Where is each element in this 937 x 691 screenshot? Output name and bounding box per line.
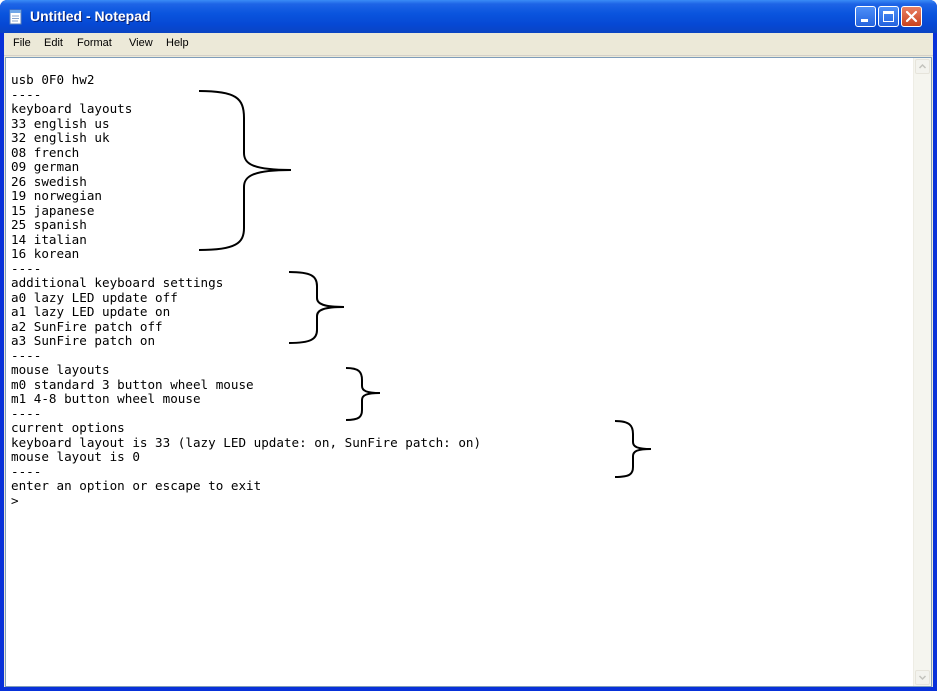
minimize-button[interactable]: [855, 6, 876, 27]
keyboard-layouts-brace: [198, 90, 292, 251]
minimize-icon: [861, 19, 868, 22]
text-editor[interactable]: usb 0F0 hw2 ---- keyboard layouts 33 englis…: [5, 57, 932, 687]
chevron-up-icon: [918, 63, 927, 69]
scroll-down-button[interactable]: [915, 670, 930, 685]
window-bottom-border: [0, 687, 937, 691]
mouse-layouts-brace: [345, 367, 381, 421]
maximize-button[interactable]: [878, 6, 899, 27]
menu-file[interactable]: File: [13, 37, 31, 49]
close-icon: [905, 10, 918, 23]
notepad-window: Untitled - Notepad File Edit Format View…: [0, 0, 937, 691]
menu-view[interactable]: View: [129, 37, 153, 49]
brace-annotations: [198, 90, 652, 478]
maximize-icon: [883, 11, 894, 22]
client-area: File Edit Format View Help usb 0F0 hw2 --…: [4, 33, 933, 687]
scroll-up-button[interactable]: [915, 59, 930, 74]
window-title: Untitled - Notepad: [30, 8, 151, 24]
vertical-scrollbar[interactable]: [913, 58, 931, 686]
keyboard-settings-brace: [288, 271, 345, 344]
menu-bar: File Edit Format View Help: [4, 33, 933, 56]
title-bar[interactable]: Untitled - Notepad: [0, 0, 937, 33]
menu-format[interactable]: Format: [77, 37, 112, 49]
menu-help[interactable]: Help: [166, 37, 189, 49]
chevron-down-icon: [918, 675, 927, 681]
current-options-brace: [614, 420, 652, 478]
notepad-icon: [9, 9, 22, 25]
close-button[interactable]: [901, 6, 922, 27]
menu-edit[interactable]: Edit: [44, 37, 63, 49]
